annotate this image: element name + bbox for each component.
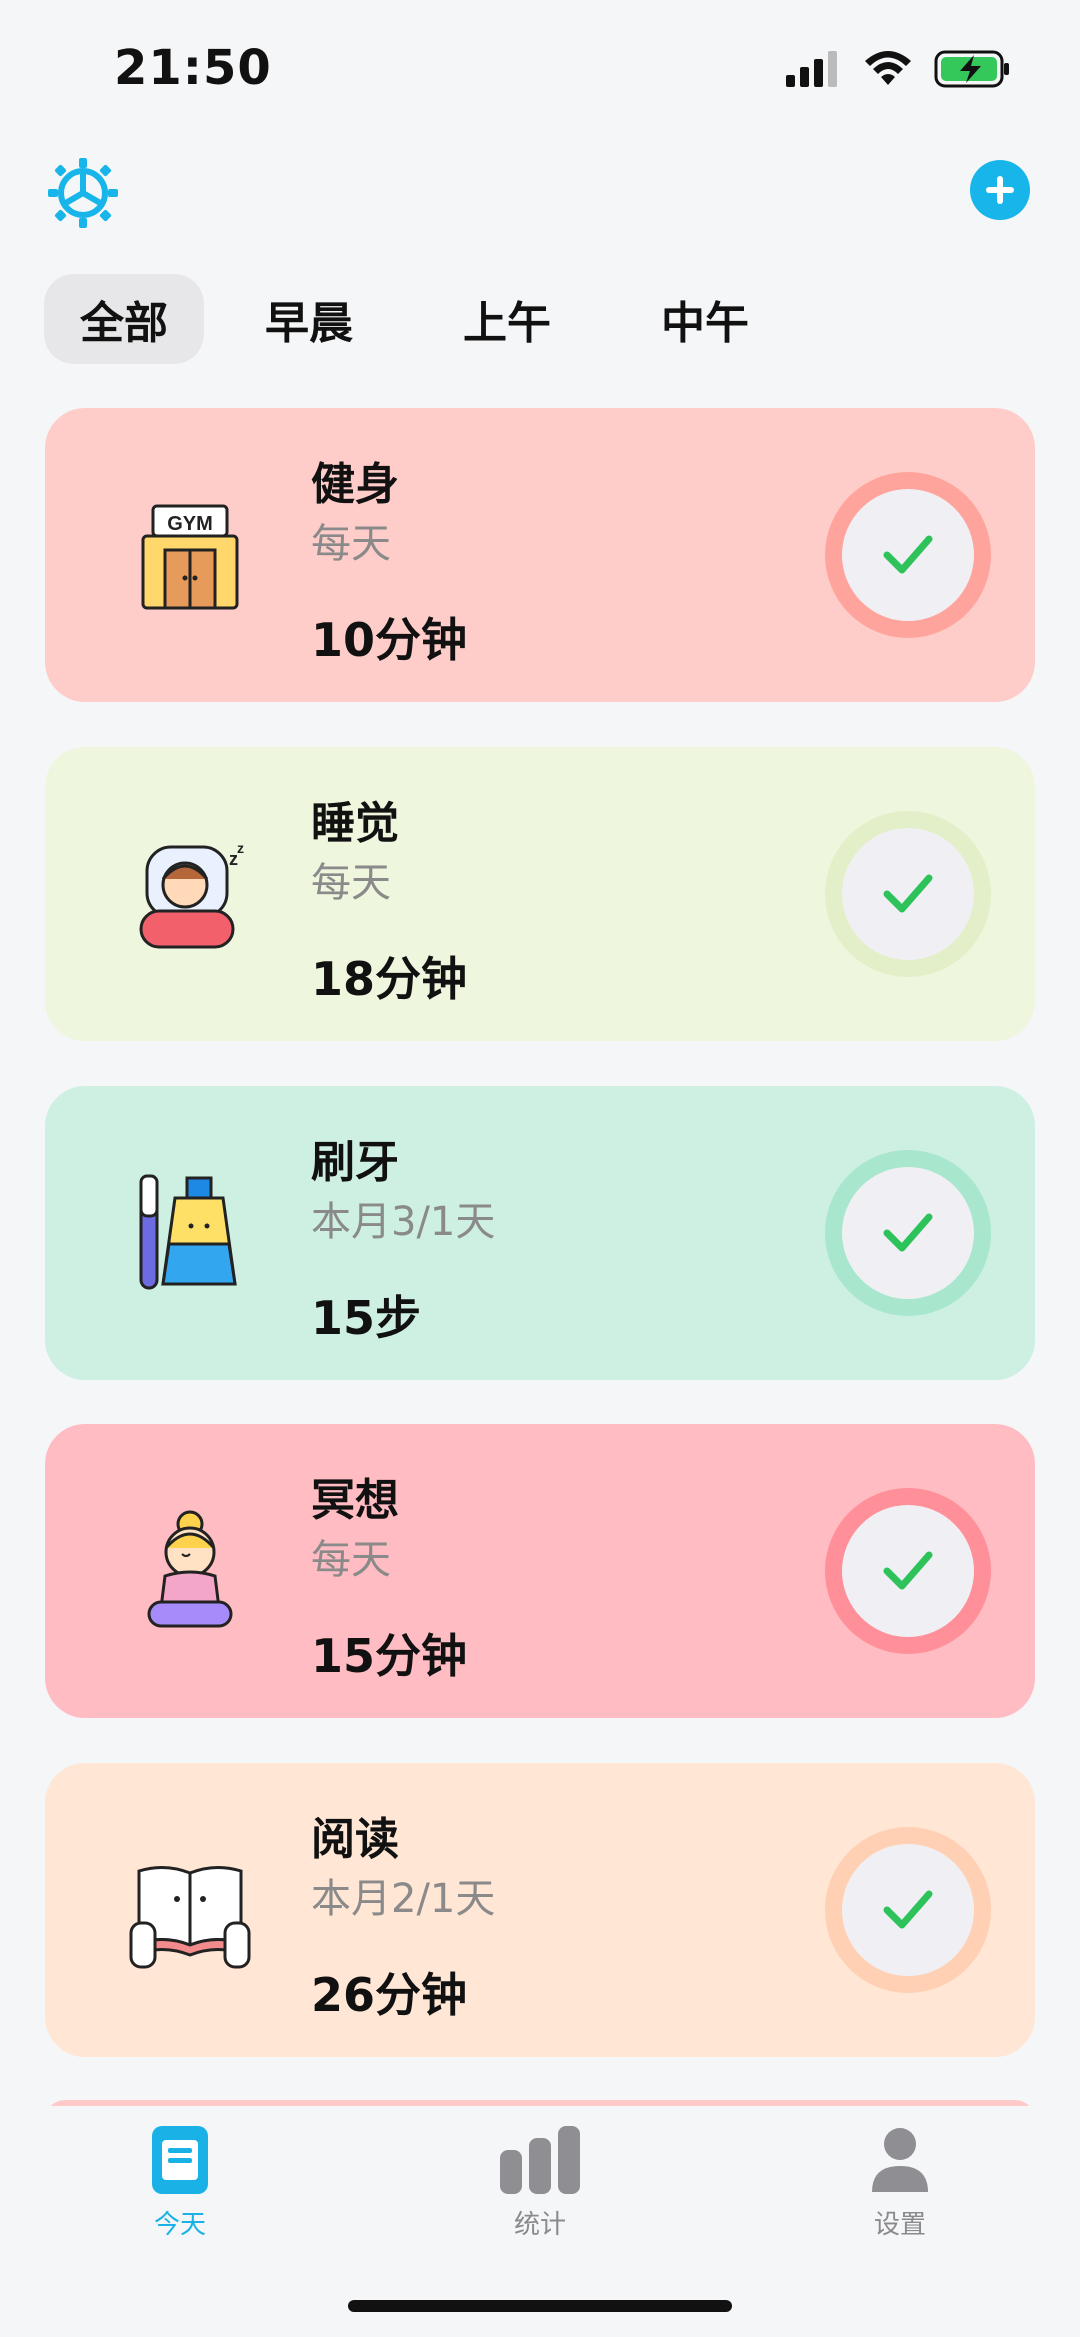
complete-check-button[interactable] <box>825 1488 991 1654</box>
today-icon <box>152 2126 208 2194</box>
habit-amount: 18分钟 <box>311 952 468 1006</box>
complete-check-button[interactable] <box>825 472 991 638</box>
habit-amount: 15步 <box>311 1291 422 1345</box>
nav-stats[interactable]: 统计 <box>460 2126 620 2241</box>
svg-text:GYM: GYM <box>167 513 213 535</box>
nav-label: 统计 <box>513 2210 566 2240</box>
check-icon <box>883 1213 933 1252</box>
home-indicator <box>348 2300 732 2312</box>
tab-morning[interactable]: 上午 <box>414 274 600 364</box>
habit-card[interactable]: 阅读 本月2/1天 26分钟 <box>45 1763 1035 2057</box>
check-icon <box>883 1551 933 1590</box>
svg-text:z: z <box>237 840 244 856</box>
check-icon <box>883 1890 933 1929</box>
tab-early-morning[interactable]: 早晨 <box>216 274 402 364</box>
habit-amount: 15分钟 <box>311 1629 468 1683</box>
meditation-icon <box>125 1504 255 1634</box>
habit-card[interactable]: 冥想 每天 15分钟 <box>45 1424 1035 1718</box>
habit-frequency: 每天 <box>311 521 391 567</box>
habit-title: 睡觉 <box>311 798 399 849</box>
profile-icon <box>872 2128 928 2192</box>
complete-check-button[interactable] <box>825 811 991 977</box>
tab-noon[interactable]: 中午 <box>612 274 798 364</box>
habit-title: 健身 <box>311 459 399 510</box>
habit-amount: 10分钟 <box>311 613 468 667</box>
sleep-icon: z z <box>125 827 255 957</box>
stats-icon <box>500 2126 580 2194</box>
toothbrush-icon <box>125 1166 255 1296</box>
nav-label: 设置 <box>873 2210 926 2240</box>
signal-icon <box>786 51 837 87</box>
reading-icon <box>125 1843 255 1973</box>
gear-icon <box>48 158 118 228</box>
habit-card[interactable]: z z 睡觉 每天 18分钟 <box>45 747 1035 1041</box>
check-icon <box>883 535 933 574</box>
habit-frequency: 本月2/1天 <box>311 1876 496 1922</box>
add-habit-button[interactable] <box>970 160 1030 220</box>
habit-title: 刷牙 <box>311 1137 399 1188</box>
plus-icon <box>986 176 1014 204</box>
habit-frequency: 每天 <box>311 1537 391 1583</box>
habit-frequency: 每天 <box>311 860 391 906</box>
wifi-icon <box>865 51 911 85</box>
habit-title: 冥想 <box>311 1475 399 1526</box>
status-bar: 21:50 <box>0 0 1080 130</box>
time-filter-tabs: 全部 早晨 上午 中午 <box>44 274 810 364</box>
habit-card[interactable]: 刷牙 本月3/1天 15步 <box>45 1086 1035 1380</box>
nav-today[interactable]: 今天 <box>100 2126 260 2241</box>
settings-gear-button[interactable] <box>48 158 118 228</box>
nav-label: 今天 <box>153 2210 206 2240</box>
habit-title: 阅读 <box>311 1814 399 1865</box>
tab-all[interactable]: 全部 <box>44 274 204 364</box>
complete-check-button[interactable] <box>825 1827 991 1993</box>
habit-card[interactable]: GYM 健身 每天 10分钟 <box>45 408 1035 702</box>
status-time: 21:50 <box>114 40 272 96</box>
complete-check-button[interactable] <box>825 1150 991 1316</box>
check-icon <box>883 874 933 913</box>
gym-icon: GYM <box>125 488 255 618</box>
status-icons <box>786 50 1010 88</box>
habit-frequency: 本月3/1天 <box>311 1199 496 1245</box>
nav-settings[interactable]: 设置 <box>820 2126 980 2241</box>
battery-charging-icon <box>934 50 1009 88</box>
habit-amount: 26分钟 <box>311 1968 468 2022</box>
